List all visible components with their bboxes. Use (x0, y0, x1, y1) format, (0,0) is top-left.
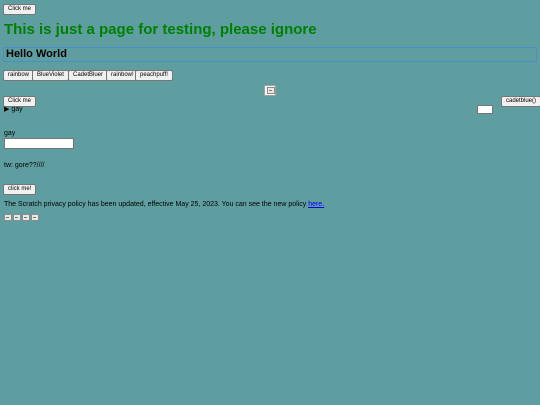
hello-world-box: Hello World (3, 47, 537, 62)
privacy-policy-link[interactable]: here. (308, 201, 324, 208)
broken-image-icon-4 (31, 214, 39, 221)
privacy-notice-text: The Scratch privacy policy has been upda… (4, 201, 307, 208)
click-me-bang-button[interactable]: click me! (3, 184, 37, 195)
rainbow-button[interactable]: rainbow (3, 70, 35, 81)
rainbow-bang-button[interactable]: rainbow! (106, 70, 139, 81)
cadetblue-button[interactable]: cadetblue() (501, 96, 540, 107)
input-label: gay (4, 130, 16, 137)
details-disclosure[interactable]: ▶ gay (4, 105, 23, 114)
broken-image-icon-1 (4, 214, 12, 221)
test-page: Click me This is just a page for testing… (0, 0, 540, 405)
blueviolet-button[interactable]: BlueViolet (32, 70, 69, 81)
details-summary: gay (11, 106, 23, 113)
text-input[interactable] (4, 138, 74, 149)
disclosure-triangle-icon: ▶ (4, 106, 10, 113)
broken-image-icon-3 (22, 214, 30, 221)
cadetbluer-button[interactable]: CadetBluer (68, 70, 109, 81)
tw-text: tw: gore??//// (4, 162, 45, 169)
hello-world-text: Hello World (6, 48, 67, 60)
small-input-box[interactable] (477, 105, 493, 114)
privacy-notice: The Scratch privacy policy has been upda… (4, 200, 324, 209)
page-title: This is just a page for testing, please … (4, 21, 317, 38)
broken-image-icon (264, 85, 276, 96)
click-me-button-top[interactable]: Click me (3, 4, 37, 15)
broken-image-icon-2 (13, 214, 21, 221)
peachpuff-button[interactable]: peachpuff! (135, 70, 173, 81)
